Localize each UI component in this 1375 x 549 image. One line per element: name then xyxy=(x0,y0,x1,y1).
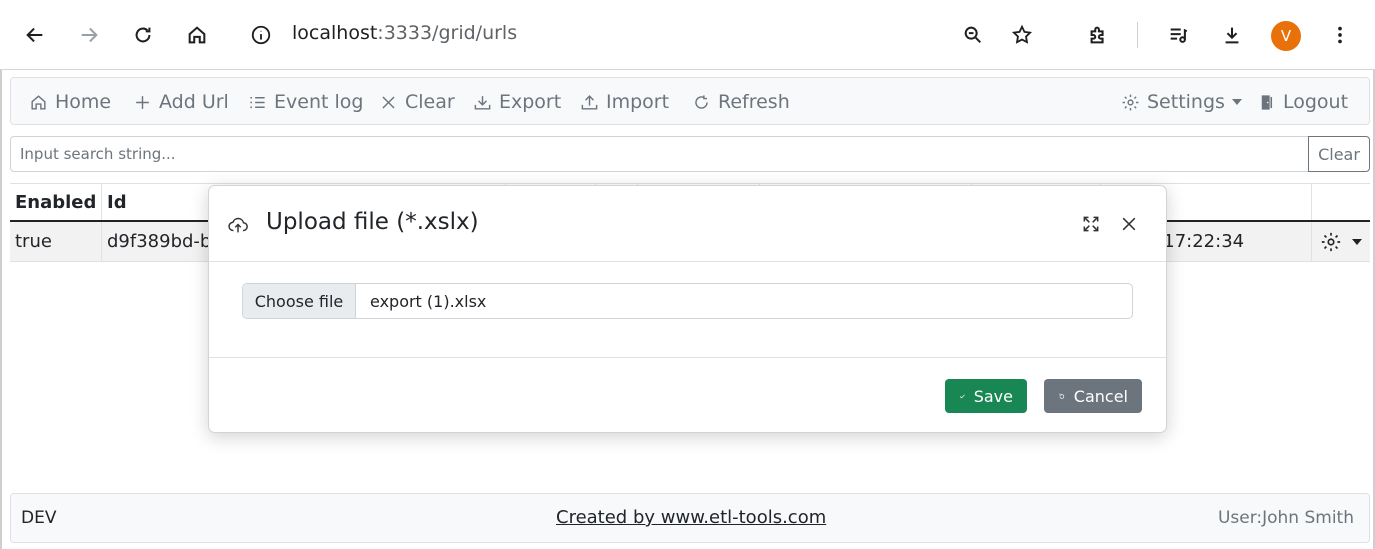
search-clear-button[interactable]: Clear xyxy=(1308,136,1370,172)
toolbar-export-label: Export xyxy=(499,91,562,113)
zoom-icon[interactable] xyxy=(958,20,988,50)
back-icon[interactable] xyxy=(20,20,50,50)
column-header-enabled[interactable]: Enabled xyxy=(10,184,102,220)
current-user-label: User:John Smith xyxy=(1217,508,1354,528)
toolbar-export-button[interactable]: Export xyxy=(473,88,561,116)
home-icon[interactable] xyxy=(182,20,212,50)
toolbar-event-log-label: Event log xyxy=(274,91,364,113)
forward-icon[interactable] xyxy=(74,20,104,50)
media-playlist-icon[interactable] xyxy=(1163,20,1193,50)
toolbar-event-log-button[interactable]: Event log xyxy=(248,88,363,116)
app-footer: DEV Created by www.etl-tools.com User:Jo… xyxy=(10,493,1370,543)
toolbar-import-button[interactable]: Import xyxy=(580,88,669,116)
gear-icon xyxy=(1321,232,1341,252)
save-button[interactable]: Save xyxy=(945,379,1027,413)
list-icon xyxy=(250,96,265,108)
undo-icon xyxy=(1059,393,1065,399)
address-bar[interactable]: localhost:3333/grid/urls xyxy=(292,22,517,44)
reload-icon[interactable] xyxy=(128,20,158,50)
column-header-actions xyxy=(1312,184,1370,220)
check-icon xyxy=(959,394,965,398)
toolbar-add-url-label: Add Url xyxy=(159,91,229,113)
row-actions-dropdown[interactable] xyxy=(1320,231,1362,253)
download-icon[interactable] xyxy=(1217,20,1247,50)
extensions-icon[interactable] xyxy=(1083,20,1113,50)
toolbar-separator xyxy=(1137,22,1138,48)
cell-enabled: true xyxy=(10,222,102,261)
toolbar-logout-label: Logout xyxy=(1283,91,1349,113)
x-icon xyxy=(382,95,395,109)
bookmark-star-icon[interactable] xyxy=(1007,20,1037,50)
cloud-upload-icon xyxy=(227,214,249,236)
refresh-icon xyxy=(695,94,708,109)
url-host: localhost xyxy=(292,22,378,44)
gear-icon xyxy=(1122,94,1139,110)
browser-menu-icon[interactable] xyxy=(1325,20,1355,50)
modal-header: Upload file (*.xslx) xyxy=(209,186,1166,262)
save-button-label: Save xyxy=(973,386,1013,406)
toolbar-home-button[interactable]: Home xyxy=(29,88,111,116)
modal-footer: Save Cancel xyxy=(209,357,1166,434)
toolbar-import-label: Import xyxy=(606,91,670,113)
search-input[interactable] xyxy=(10,136,1309,172)
choose-file-button[interactable]: Choose file xyxy=(243,284,356,318)
maximize-icon[interactable] xyxy=(1073,206,1109,242)
toolbar-add-url-button[interactable]: Add Url xyxy=(133,88,229,116)
plus-icon xyxy=(136,95,149,109)
toolbar-refresh-button[interactable]: Refresh xyxy=(692,88,790,116)
site-info-icon[interactable] xyxy=(246,20,276,50)
toolbar-settings-label: Settings xyxy=(1147,91,1225,113)
file-input[interactable]: Choose file export (1).xlsx xyxy=(242,283,1133,319)
modal-title: Upload file (*.xslx) xyxy=(266,209,479,235)
toolbar-logout-button[interactable]: Logout xyxy=(1257,88,1348,116)
credits-link[interactable]: Created by www.etl-tools.com xyxy=(556,507,826,528)
toolbar-refresh-label: Refresh xyxy=(718,91,790,113)
toolbar-clear-button[interactable]: Clear xyxy=(379,88,455,116)
cancel-button[interactable]: Cancel xyxy=(1044,379,1142,413)
selected-file-name: export (1).xlsx xyxy=(370,291,487,311)
close-icon[interactable] xyxy=(1111,206,1147,242)
chevron-down-icon xyxy=(1352,239,1362,245)
profile-avatar[interactable]: V xyxy=(1271,21,1301,51)
download-icon xyxy=(474,95,491,110)
cancel-button-label: Cancel xyxy=(1073,386,1128,406)
upload-icon xyxy=(581,94,598,110)
url-path: :3333/grid/urls xyxy=(377,22,518,44)
toolbar-settings-dropdown[interactable]: Settings xyxy=(1121,88,1242,116)
app-toolbar: Home Add Url Event log Clear Export Impo… xyxy=(10,77,1370,125)
browser-toolbar: localhost:3333/grid/urls V xyxy=(0,0,1375,70)
door-icon xyxy=(1261,94,1273,110)
environment-label: DEV xyxy=(21,508,57,528)
toolbar-home-label: Home xyxy=(55,91,112,113)
chevron-down-icon xyxy=(1231,99,1242,105)
toolbar-clear-label: Clear xyxy=(405,91,455,113)
home-icon xyxy=(31,94,46,110)
upload-file-modal: Upload file (*.xslx) Choose file export … xyxy=(208,185,1167,433)
